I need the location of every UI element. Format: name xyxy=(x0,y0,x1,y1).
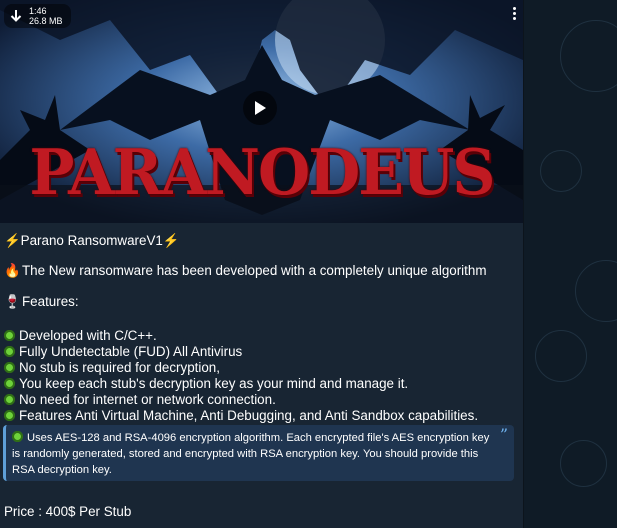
background-doodle xyxy=(575,260,617,322)
quote-mark-icon: ” xyxy=(499,425,508,444)
features-heading: 🍷Features: xyxy=(4,294,79,310)
channel-message: PARANODEUS 1:46 26.8 MB ⚡Parano Ransomwa… xyxy=(0,0,524,528)
more-icon[interactable] xyxy=(507,4,521,22)
intro-text: The New ransomware has been developed wi… xyxy=(22,263,487,278)
features-label: Features: xyxy=(22,294,79,309)
microbe-icon xyxy=(12,431,23,442)
feature-item: No stub is required for decryption, xyxy=(4,360,220,375)
microbe-icon xyxy=(4,410,15,421)
message-heading: ⚡Parano RansomwareV1⚡ xyxy=(4,233,180,248)
microbe-icon xyxy=(4,330,15,341)
feature-item: Features Anti Virtual Machine, Anti Debu… xyxy=(4,408,478,423)
microbe-icon xyxy=(4,362,15,373)
background-doodle xyxy=(540,150,582,192)
video-duration: 1:46 xyxy=(29,6,47,16)
quote-text: Uses AES-128 and RSA-4096 encryption alg… xyxy=(12,432,490,476)
video-size: 26.8 MB xyxy=(29,16,63,26)
feature-item: You keep each stub's decryption key as y… xyxy=(4,376,408,391)
feature-item: Fully Undetectable (FUD) All Antivirus xyxy=(4,344,242,359)
video-preview[interactable]: PARANODEUS 1:46 26.8 MB xyxy=(0,0,523,223)
fire-icon: 🔥 xyxy=(4,263,21,278)
intro-line: 🔥The New ransomware has been developed w… xyxy=(4,263,486,279)
download-icon[interactable] xyxy=(8,7,24,25)
wine-glass-icon: 🍷 xyxy=(4,294,21,309)
price-text: Price : 400$ Per Stub xyxy=(4,504,132,519)
title-artwork: PARANODEUS xyxy=(29,136,495,210)
feature-item: Developed with C/C++. xyxy=(4,328,157,343)
background-doodle xyxy=(560,440,607,487)
play-button[interactable] xyxy=(243,91,277,125)
quote-block: Uses AES-128 and RSA-4096 encryption alg… xyxy=(3,425,514,481)
play-icon xyxy=(255,101,266,115)
microbe-icon xyxy=(4,394,15,405)
microbe-icon xyxy=(4,378,15,389)
background-doodle xyxy=(535,330,587,382)
video-meta: 1:46 26.8 MB xyxy=(4,4,71,28)
feature-item: No need for internet or network connecti… xyxy=(4,392,276,407)
microbe-icon xyxy=(4,346,15,357)
background-doodle xyxy=(560,20,617,92)
